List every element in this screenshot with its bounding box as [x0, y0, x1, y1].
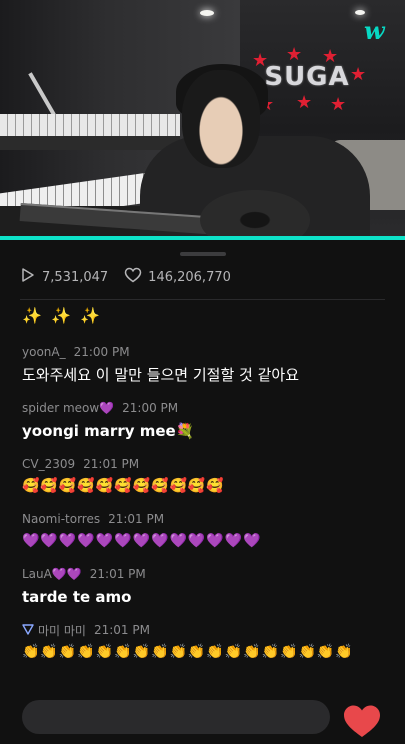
- chat-comment: spider meow💜 21:00 PM yoongi marry mee💐: [22, 400, 392, 442]
- chat-comment: yoonA_ 21:00 PM 도와주세요 이 말만 들으면 기절할 것 같아요: [22, 344, 392, 386]
- comment-time: 21:00 PM: [122, 401, 179, 415]
- ceiling-light: [355, 10, 365, 15]
- chat-comment: Naomi-torres 21:01 PM 💜💜💜💜💜💜💜💜💜💜💜💜💜: [22, 511, 392, 552]
- comment-username[interactable]: 마미 마미: [38, 622, 86, 639]
- person-face: [182, 70, 260, 168]
- star-balloon: ★: [296, 92, 313, 113]
- comment-username[interactable]: yoonA_: [22, 345, 66, 359]
- video-progress-fill: [0, 236, 405, 240]
- star-balloon: ★: [330, 94, 347, 115]
- comment-username[interactable]: CV_2309: [22, 457, 75, 471]
- comment-meta: LauA💜💜 21:01 PM: [22, 566, 392, 582]
- like-count-value: 146,206,770: [148, 269, 231, 285]
- divider: [20, 299, 385, 300]
- comment-username[interactable]: LauA💜💜: [22, 567, 82, 581]
- comment-meta: CV_2309 21:01 PM: [22, 456, 392, 472]
- chat-comment: LauA💜💜 21:01 PM tarde te amo: [22, 566, 392, 608]
- comment-meta: spider meow💜 21:00 PM: [22, 400, 392, 416]
- ceiling-light: [200, 10, 214, 16]
- stats-row: 7,531,047 146,206,770: [20, 266, 247, 288]
- comment-time: 21:01 PM: [89, 567, 146, 581]
- sheet-drag-handle[interactable]: [180, 252, 226, 256]
- comment-meta: yoonA_ 21:00 PM: [22, 344, 392, 360]
- comment-text: 👏👏👏👏👏👏👏👏👏👏👏👏👏👏👏👏👏👏: [22, 644, 354, 660]
- verified-icon: [22, 623, 34, 638]
- comment-text: 🥰🥰🥰🥰🥰🥰🥰🥰🥰🥰🥰: [22, 478, 225, 494]
- weverse-logo: w: [364, 16, 385, 45]
- chat-list[interactable]: ✨ ✨ ✨ yoonA_ 21:00 PM 도와주세요 이 말만 들으면 기절할…: [22, 306, 392, 677]
- comment-text: tarde te amo: [22, 588, 132, 606]
- comment-text: 도와주세요 이 말만 들으면 기절할 것 같아요: [22, 366, 300, 384]
- send-heart-button[interactable]: [342, 704, 382, 744]
- play-count: 7,531,047: [20, 267, 108, 287]
- play-count-value: 7,531,047: [42, 269, 109, 285]
- comment-time: 21:00 PM: [73, 345, 130, 359]
- comment-time: 21:01 PM: [83, 457, 140, 471]
- like-count: 146,206,770: [124, 267, 231, 287]
- chat-comment: CV_2309 21:01 PM 🥰🥰🥰🥰🥰🥰🥰🥰🥰🥰🥰: [22, 456, 392, 497]
- comment-input[interactable]: [22, 700, 330, 734]
- comment-time: 21:01 PM: [93, 623, 150, 637]
- comment-time: 21:01 PM: [108, 512, 165, 526]
- comment-text: 💜💜💜💜💜💜💜💜💜💜💜💜💜: [22, 533, 262, 549]
- comment-text: yoongi marry mee💐: [22, 422, 195, 440]
- comment-username[interactable]: spider meow💜: [22, 401, 114, 415]
- synth-keyboard-body: [0, 136, 180, 150]
- comment-meta: Naomi-torres 21:01 PM: [22, 511, 392, 527]
- sparkles-comment: ✨ ✨ ✨: [22, 306, 102, 325]
- heart-outline-icon: [124, 267, 148, 287]
- chat-comment: 마미 마미 21:01 PM 👏👏👏👏👏👏👏👏👏👏👏👏👏👏👏👏👏👏: [22, 622, 392, 663]
- comment-meta: 마미 마미 21:01 PM: [22, 622, 392, 638]
- live-video-player[interactable]: ★ ★ ★ ★ ★ ★ ★ SUGA w: [0, 0, 405, 236]
- star-balloon: ★: [350, 64, 367, 85]
- heart-icon: [342, 705, 382, 744]
- balloon-sign: SUGA: [264, 62, 350, 92]
- synth-keyboard: [0, 114, 180, 136]
- video-progress-bar[interactable]: [0, 236, 405, 240]
- comment-username[interactable]: Naomi-torres: [22, 512, 100, 526]
- play-icon: [20, 267, 42, 287]
